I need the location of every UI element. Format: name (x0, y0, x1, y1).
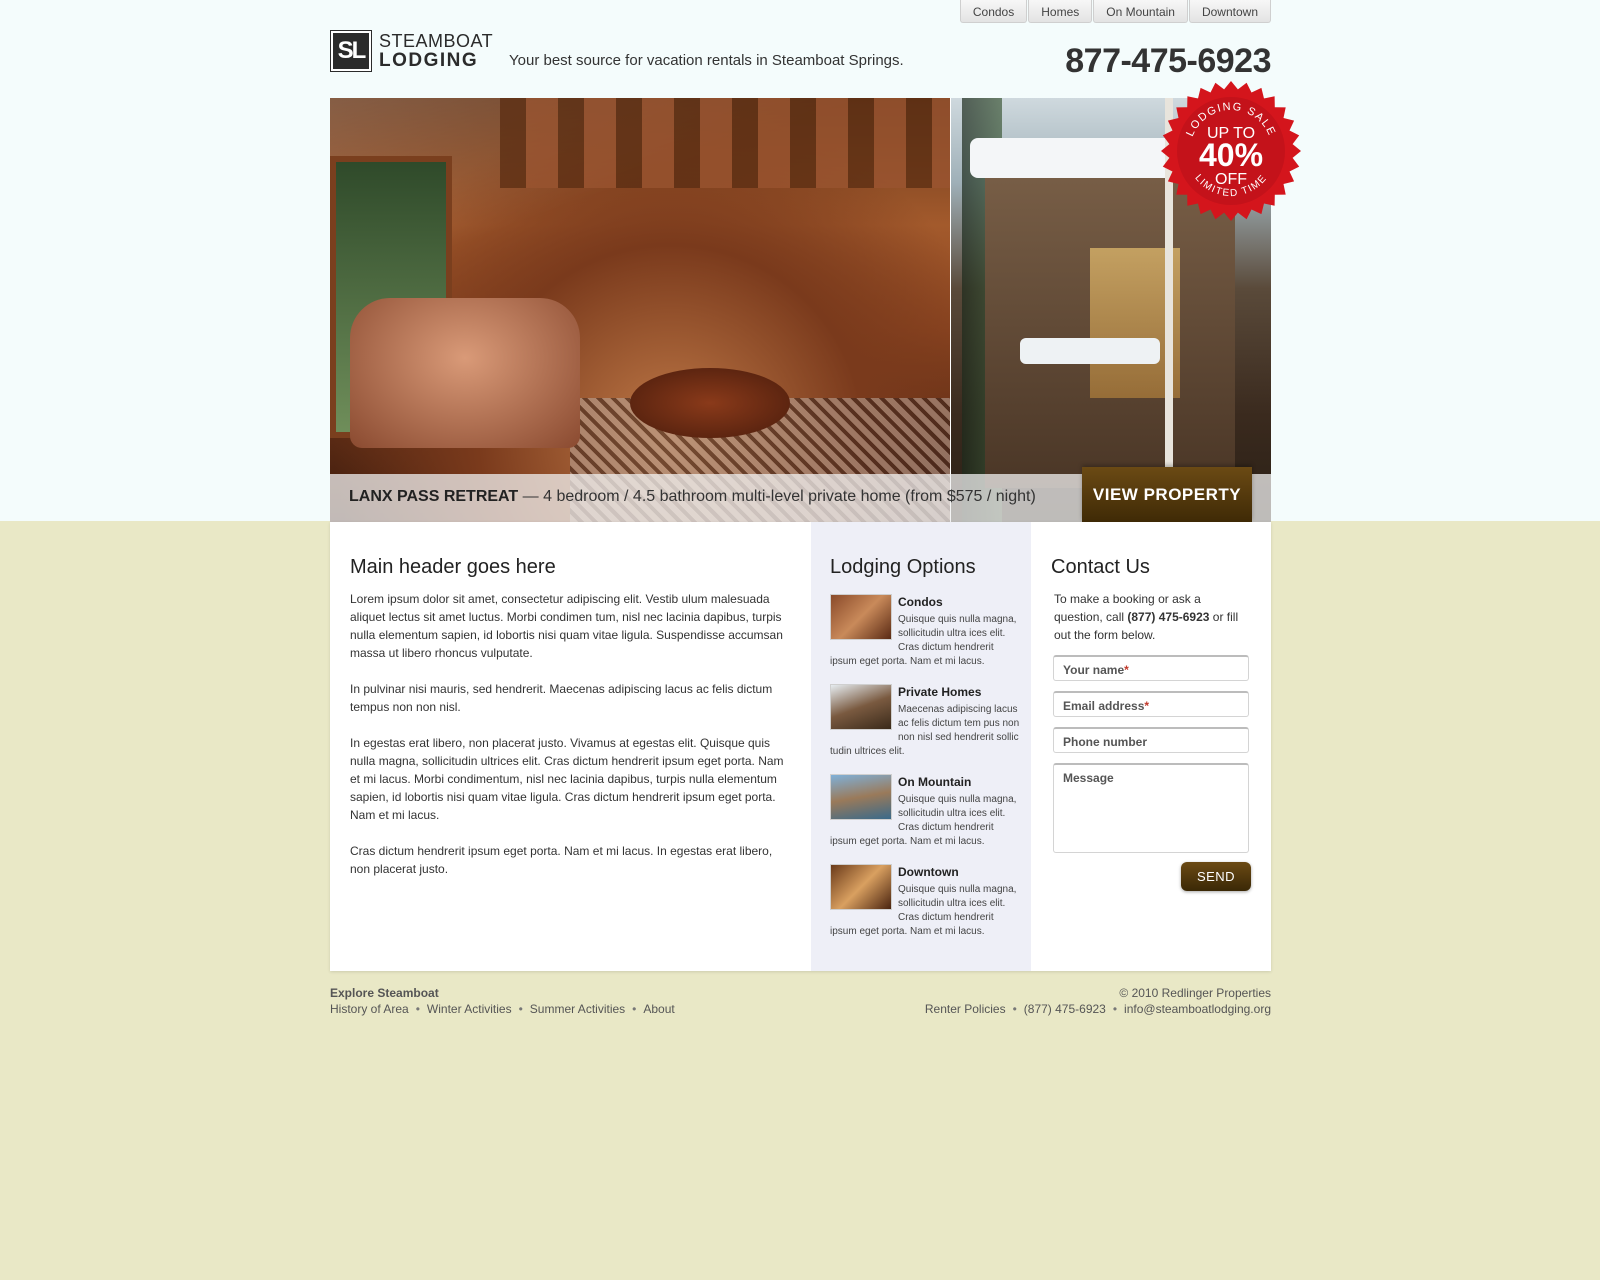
property-description: — 4 bedroom / 4.5 bathroom multi-level p… (518, 488, 1036, 505)
lodging-item-condos[interactable]: Condos Quisque quis nulla magna, sollici… (830, 594, 1020, 669)
logo-text: STEAMBOAT LODGING (379, 31, 494, 71)
footer-copyright: © 2010 Redlinger Properties (1119, 986, 1271, 1000)
lodging-thumb-downtown[interactable] (830, 864, 892, 910)
lodging-options-column: Lodging Options Condos Quisque quis null… (811, 522, 1031, 971)
top-nav: Condos Homes On Mountain Downtown (959, 0, 1271, 23)
email-field[interactable]: Email address* (1053, 691, 1249, 717)
tab-on-mountain[interactable]: On Mountain (1093, 0, 1188, 23)
footer-link-renter-policies[interactable]: Renter Policies (925, 1002, 1006, 1016)
footer-link-summer[interactable]: Summer Activities (530, 1002, 625, 1016)
footer-separator: • (415, 1002, 420, 1016)
lodging-item-downtown[interactable]: Downtown Quisque quis nulla magna, solli… (830, 864, 1020, 939)
main-paragraph-3: In egestas erat libero, non placerat jus… (350, 736, 784, 822)
logo[interactable]: SL STEAMBOAT LODGING (330, 30, 493, 72)
footer-link-history[interactable]: History of Area (330, 1002, 409, 1016)
tab-condos[interactable]: Condos (959, 0, 1028, 23)
contact-heading: Contact Us (1051, 556, 1150, 578)
email-required-mark: * (1144, 699, 1150, 713)
hero-divider (950, 98, 951, 522)
logo-mark-icon: SL (330, 30, 372, 72)
footer-separator: • (1112, 1002, 1118, 1016)
hero-sofa (350, 298, 580, 448)
main-paragraph-4: Cras dictum hendrerit ipsum eget porta. … (350, 844, 773, 876)
message-field-label: Message (1063, 771, 1114, 785)
name-required-mark: * (1124, 663, 1129, 677)
logo-line-2: LODGING (379, 50, 479, 71)
contact-intro: To make a booking or ask a question, cal… (1054, 590, 1244, 644)
property-name: LANX PASS RETREAT (349, 488, 519, 505)
sale-badge[interactable]: LODGING SALE UP TO 40% OFF LIMITED TIME (1160, 80, 1302, 222)
main-paragraph-1: Lorem ipsum dolor sit amet, consectetur … (350, 592, 783, 660)
message-field[interactable]: Message (1053, 763, 1249, 853)
page-wrapper: Condos Homes On Mountain Downtown SL STE… (330, 0, 1301, 1280)
badge-line-3: OFF (1215, 171, 1247, 188)
footer: Explore Steamboat History of Area • Winter… (330, 986, 1271, 1016)
property-caption: LANX PASS RETREAT — 4 bedroom / 4.5 bath… (349, 488, 1036, 506)
send-button[interactable]: SEND (1181, 862, 1251, 891)
lodging-thumb-on-mountain[interactable] (830, 774, 892, 820)
lodging-item-on-mountain[interactable]: On Mountain Quisque quis nulla magna, so… (830, 774, 1020, 849)
header-phone: 877-475-6923 (1065, 42, 1271, 80)
logo-line-1: STEAMBOAT (379, 31, 494, 51)
footer-link-email[interactable]: info@steamboatlodging.org (1124, 1002, 1271, 1016)
footer-separator: • (518, 1002, 523, 1016)
footer-right-links: Renter Policies • (877) 475-6923 • info@stea… (925, 1002, 1271, 1016)
contact-intro-phone: (877) 475-6923 (1127, 610, 1210, 624)
lodging-item-private-homes[interactable]: Private Homes Maecenas adipiscing lacus … (830, 684, 1020, 759)
tab-downtown[interactable]: Downtown (1188, 0, 1271, 23)
hero-coffee-table (630, 368, 790, 438)
phone-field-label: Phone number (1063, 735, 1148, 749)
hero-snow-roof-lower (1020, 338, 1160, 364)
name-field[interactable]: Your name* (1053, 655, 1249, 681)
main-heading: Main header goes here (350, 556, 556, 578)
content-panel: Main header goes here Lorem ipsum dolor … (330, 522, 1271, 971)
lodging-heading: Lodging Options (830, 556, 976, 578)
footer-link-winter[interactable]: Winter Activities (427, 1002, 512, 1016)
hero-banner: LANX PASS RETREAT — 4 bedroom / 4.5 bath… (330, 98, 1271, 522)
main-body: Lorem ipsum dolor sit amet, consectetur … (350, 590, 790, 878)
lodging-thumb-private-homes[interactable] (830, 684, 892, 730)
email-field-label: Email address (1063, 699, 1145, 713)
badge-line-2: 40% (1199, 137, 1263, 173)
name-field-label: Your name (1063, 663, 1125, 677)
footer-separator: • (632, 1002, 637, 1016)
footer-link-about[interactable]: About (643, 1002, 674, 1016)
footer-right: © 2010 Redlinger Properties Renter Polic… (925, 986, 1271, 1016)
hero-ceiling-beams (500, 98, 950, 188)
tab-homes[interactable]: Homes (1028, 0, 1093, 23)
phone-field[interactable]: Phone number (1053, 727, 1249, 753)
main-paragraph-2: In pulvinar nisi mauris, sed hendrerit. … (350, 682, 773, 714)
tagline: Your best source for vacation rentals in… (509, 52, 904, 69)
lodging-thumb-condos[interactable] (830, 594, 892, 640)
view-property-button[interactable]: VIEW PROPERTY (1082, 467, 1252, 522)
footer-separator: • (1012, 1002, 1017, 1016)
footer-link-phone[interactable]: (877) 475-6923 (1024, 1002, 1106, 1016)
